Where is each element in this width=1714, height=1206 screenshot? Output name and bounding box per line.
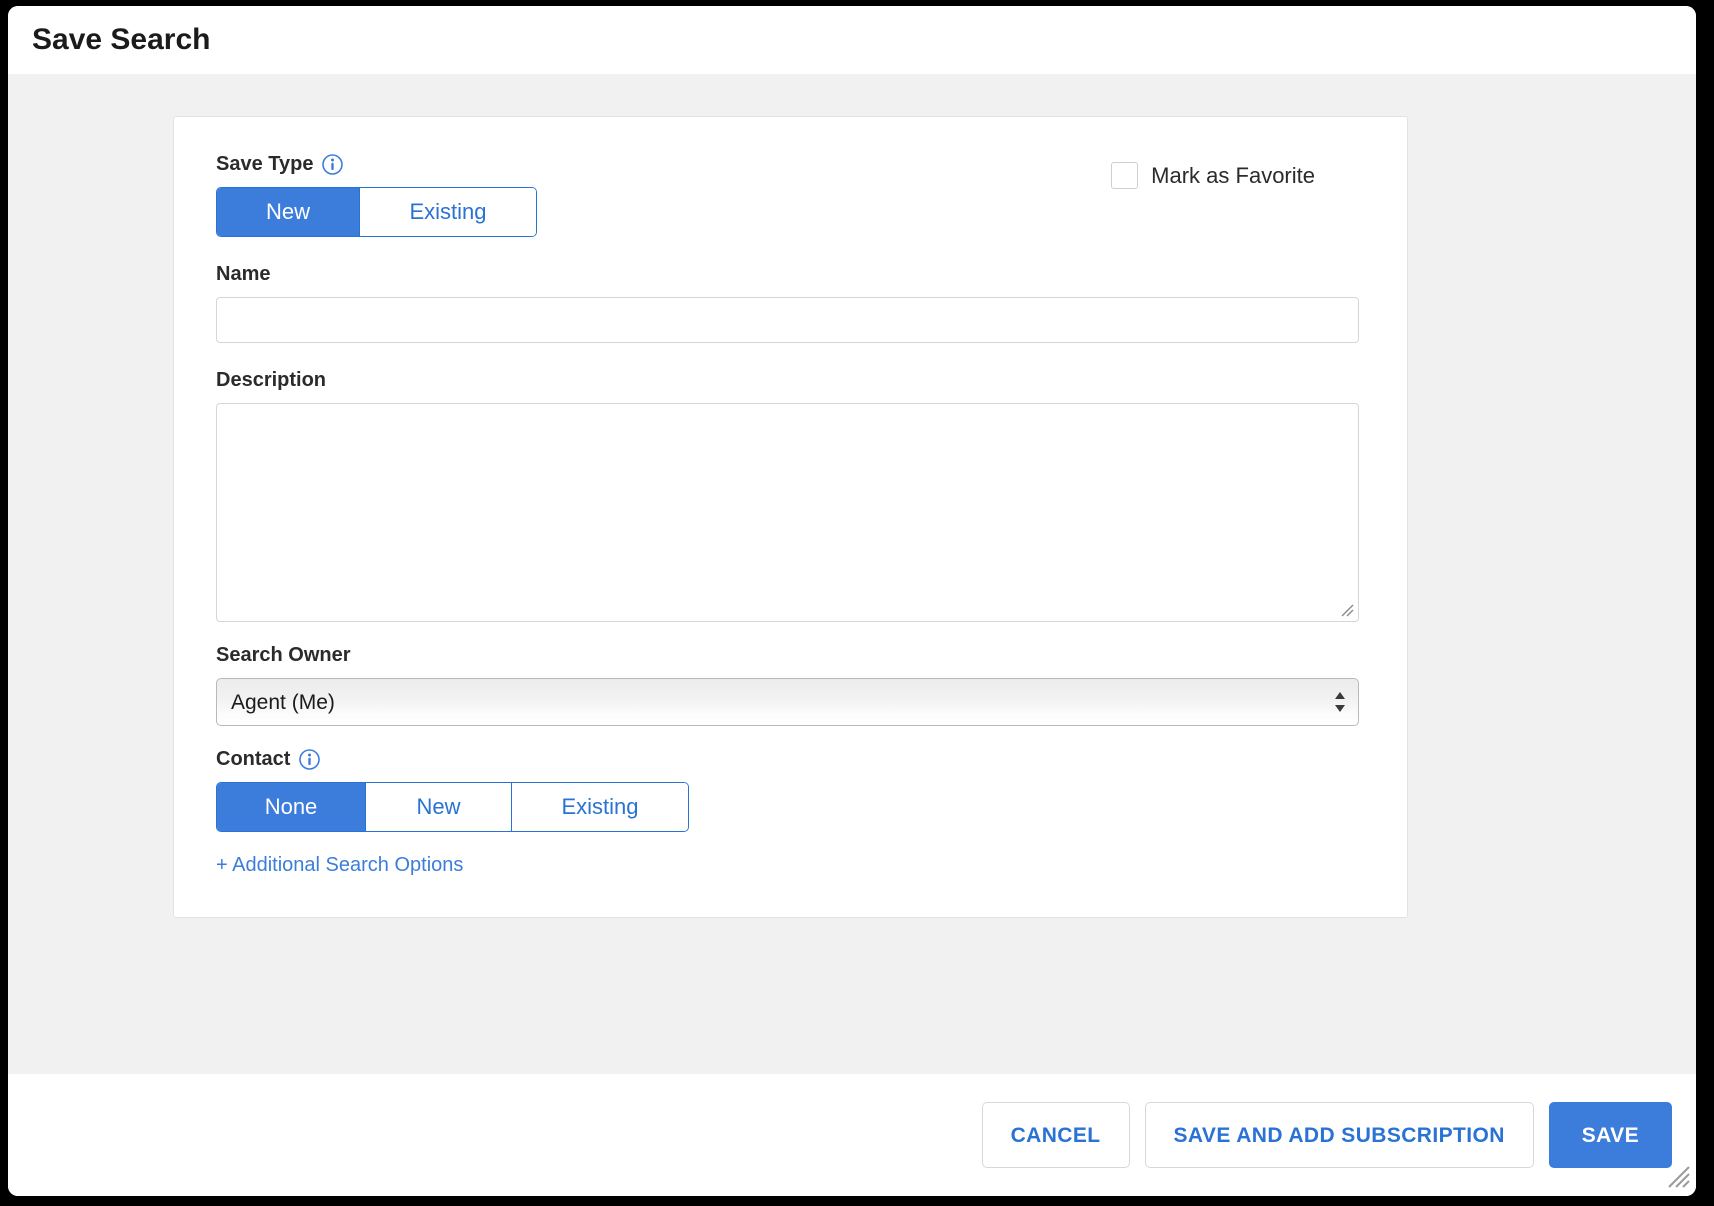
modal-footer: CANCEL SAVE AND ADD SUBSCRIPTION SAVE [8, 1074, 1696, 1196]
screen: Save Search Save Type New Existing Mark … [0, 0, 1714, 1206]
contact-label: Contact [216, 748, 291, 770]
save-type-label: Save Type [216, 153, 314, 175]
window-resize-grip-icon[interactable] [1666, 1164, 1692, 1190]
search-owner-label: Search Owner [216, 644, 351, 666]
contact-label-row: Contact [216, 748, 1365, 771]
info-circle-icon[interactable] [299, 749, 321, 770]
contact-option-existing[interactable]: Existing [511, 783, 688, 831]
mark-as-favorite-label: Mark as Favorite [1151, 162, 1315, 188]
description-wrap [216, 403, 1359, 622]
save-type-row: Save Type New Existing Mark as Favorite [216, 153, 1365, 237]
search-owner-wrap: Agent (Me) [216, 678, 1359, 726]
page-title: Save Search [32, 22, 211, 56]
window-corner-grip-icon[interactable] [1682, 0, 1712, 30]
description-label: Description [216, 369, 327, 391]
additional-search-options-link[interactable]: + Additional Search Options [216, 854, 463, 876]
cancel-button[interactable]: CANCEL [981, 1102, 1130, 1168]
mark-as-favorite-checkbox[interactable] [1111, 162, 1139, 189]
modal-body: Save Type New Existing Mark as Favorite … [8, 74, 1696, 1074]
additional-options-row: + Additional Search Options [216, 854, 1365, 877]
name-label: Name [216, 263, 271, 285]
contact-option-none[interactable]: None [217, 783, 365, 831]
name-input[interactable] [216, 297, 1359, 343]
save-and-add-subscription-button[interactable]: SAVE AND ADD SUBSCRIPTION [1144, 1102, 1534, 1168]
search-owner-select[interactable]: Agent (Me) [216, 678, 1359, 726]
save-type-label-row: Save Type [216, 153, 537, 176]
save-search-form-card: Save Type New Existing Mark as Favorite … [173, 116, 1408, 918]
save-search-modal: Save Search Save Type New Existing Mark … [8, 6, 1696, 1196]
save-type-group: Save Type New Existing [216, 153, 537, 237]
info-circle-icon[interactable] [322, 154, 344, 175]
contact-toggle[interactable]: None New Existing [216, 782, 689, 832]
contact-option-new[interactable]: New [365, 783, 511, 831]
save-type-toggle[interactable]: New Existing [216, 187, 537, 237]
save-button[interactable]: SAVE [1548, 1102, 1672, 1168]
save-type-option-existing[interactable]: Existing [359, 188, 536, 236]
save-type-option-new[interactable]: New [217, 188, 359, 236]
mark-as-favorite-row[interactable]: Mark as Favorite [1111, 162, 1315, 189]
modal-header: Save Search [8, 6, 1696, 74]
description-textarea[interactable] [216, 403, 1359, 622]
